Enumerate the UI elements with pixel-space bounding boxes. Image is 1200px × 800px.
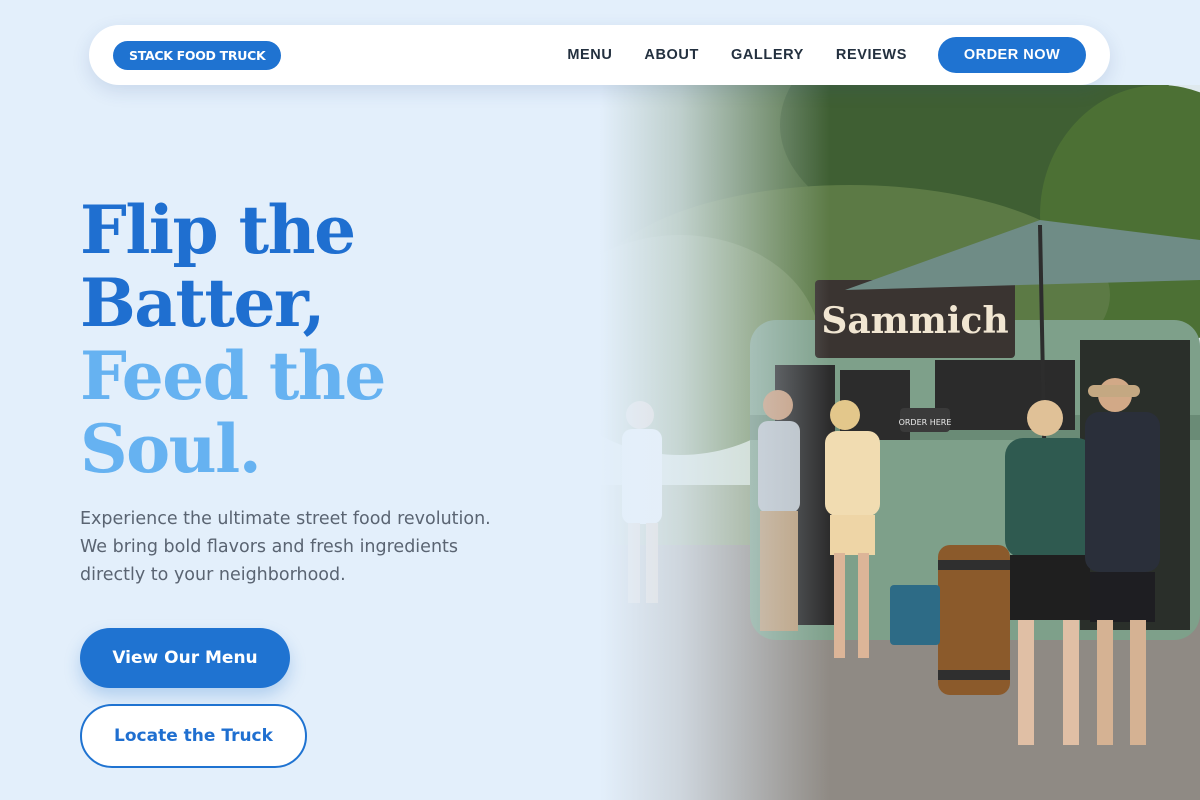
brand-logo[interactable]: STACK FOOD TRUCK bbox=[113, 40, 282, 70]
nav-link-about[interactable]: ABOUT bbox=[644, 47, 699, 63]
view-menu-button[interactable]: View Our Menu bbox=[80, 628, 290, 688]
nav-links: MENU ABOUT GALLERY REVIEWS bbox=[567, 47, 907, 63]
hero-title-line-2: Batter, bbox=[80, 264, 325, 342]
order-now-button[interactable]: ORDER NOW bbox=[938, 37, 1086, 73]
order-sign-text: ORDER HERE bbox=[899, 418, 952, 427]
nav-link-menu[interactable]: MENU bbox=[567, 47, 612, 63]
nav-link-reviews[interactable]: REVIEWS bbox=[836, 47, 907, 63]
locate-truck-button[interactable]: Locate the Truck bbox=[80, 704, 307, 768]
hero-title: Flip the Batter, Feed the Soul. bbox=[80, 191, 386, 488]
hero-title-line-1: Flip the bbox=[80, 191, 356, 269]
photo-fade-overlay bbox=[600, 85, 830, 800]
hero-title-line-3: Feed the bbox=[80, 337, 386, 415]
hero-title-line-4: Soul. bbox=[80, 410, 262, 488]
navbar: STACK FOOD TRUCK MENU ABOUT GALLERY REVI… bbox=[89, 25, 1110, 85]
truck-sign-text: Sammich bbox=[821, 300, 1008, 342]
nav-link-gallery[interactable]: GALLERY bbox=[731, 47, 804, 63]
hero-photo: Sammich ORDER HERE bbox=[600, 85, 1200, 800]
hero-description: Experience the ultimate street food revo… bbox=[80, 509, 491, 585]
